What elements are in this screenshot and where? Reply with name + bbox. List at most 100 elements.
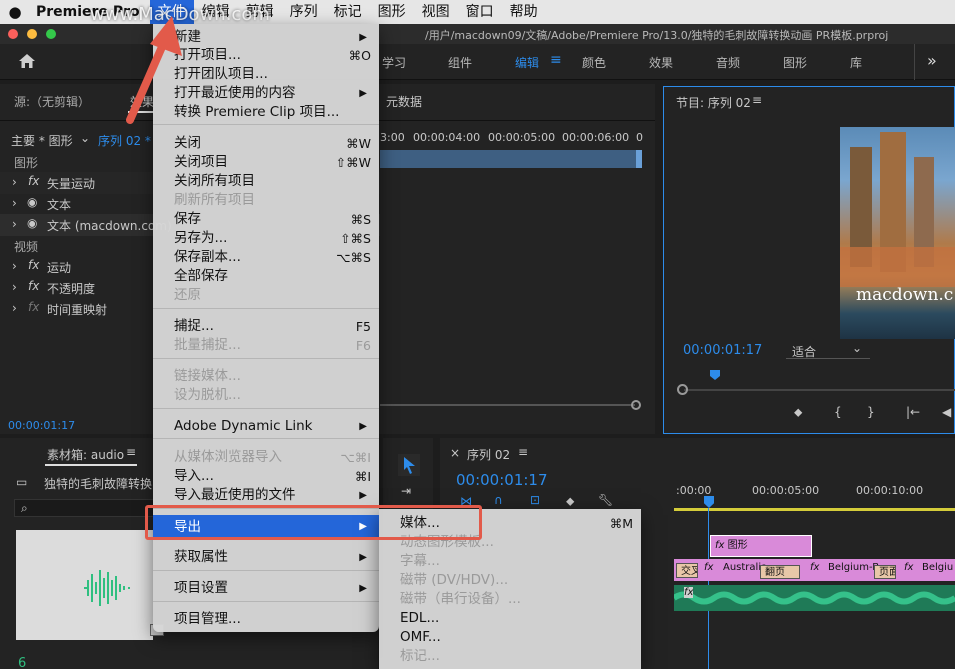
menu-help[interactable]: 帮助 bbox=[502, 0, 546, 24]
playhead-icon[interactable] bbox=[704, 496, 714, 508]
workspace-effects[interactable]: 效果 bbox=[649, 54, 673, 71]
playback-scrollbar[interactable] bbox=[684, 389, 955, 391]
wrench-icon[interactable]: 🔧︎ bbox=[598, 493, 613, 507]
zoom-window-button[interactable] bbox=[46, 29, 56, 39]
apple-icon[interactable]: ● bbox=[0, 3, 30, 21]
menu-markers[interactable]: 标记 bbox=[326, 0, 370, 24]
selection-tool-icon[interactable] bbox=[398, 454, 420, 476]
workspace-learn[interactable]: 学习 bbox=[382, 54, 406, 71]
submenu-item-omf[interactable]: OMF... bbox=[379, 628, 641, 647]
menu-sequence[interactable]: 序列 bbox=[282, 0, 326, 24]
workspace-color[interactable]: 颜色 bbox=[582, 54, 606, 71]
transition-clip[interactable]: 页面 bbox=[874, 565, 896, 579]
fx-icon: fx bbox=[28, 279, 40, 293]
workspace-assembly[interactable]: 组件 bbox=[448, 54, 472, 71]
workspace-menu-icon[interactable]: ≡ bbox=[550, 52, 562, 68]
menu-item-close-project[interactable]: 关闭项目 ⇧⌘W bbox=[153, 153, 379, 172]
eye-icon[interactable]: ◉ bbox=[27, 216, 37, 237]
chevron-down-icon[interactable]: ⌄ bbox=[852, 341, 862, 355]
menu-item-close[interactable]: 关闭 ⌘W bbox=[153, 134, 379, 153]
workspace-audio[interactable]: 音频 bbox=[716, 54, 740, 71]
transition-clip[interactable]: 翻页 bbox=[760, 565, 800, 579]
timeline-timecode[interactable]: 00:00:01:17 bbox=[456, 471, 548, 489]
menu-item-label: 关闭所有项目 bbox=[174, 173, 255, 189]
clip-label[interactable]: Belgiu bbox=[922, 562, 953, 573]
program-timecode[interactable]: 00:00:01:17 bbox=[683, 343, 762, 358]
menu-item-save-copy[interactable]: 保存副本... ⌥⌘S bbox=[153, 248, 379, 267]
menu-item-label: 项目设置 bbox=[174, 580, 228, 596]
chevron-right-icon[interactable]: › bbox=[12, 217, 17, 238]
graphics-clip[interactable]: fx 图形 bbox=[710, 535, 812, 557]
panel-menu-icon[interactable]: ≡ bbox=[518, 445, 528, 459]
close-tab-icon[interactable]: × bbox=[450, 446, 460, 460]
workspace-libraries[interactable]: 库 bbox=[850, 54, 862, 71]
marker-icon[interactable]: ⬥ bbox=[794, 405, 802, 420]
mark-in-icon[interactable]: { bbox=[834, 405, 842, 419]
program-monitor-panel: 节目: 序列 02 ≡ macdown.c 00:00:01:17 适合 ⌄ ⬥… bbox=[663, 86, 955, 434]
menu-item-dynamic-link[interactable]: Adobe Dynamic Link ▶ bbox=[153, 417, 379, 436]
menu-item-shortcut: F5 bbox=[355, 319, 371, 334]
chevron-right-icon[interactable]: › bbox=[12, 301, 17, 322]
menu-item-close-all-projects[interactable]: 关闭所有项目 bbox=[153, 172, 379, 191]
menu-item-save[interactable]: 保存 ⌘S bbox=[153, 210, 379, 229]
menu-item-label: 磁带 (DV/HDV)... bbox=[400, 572, 509, 588]
menu-item-import[interactable]: 导入... ⌘I bbox=[153, 467, 379, 486]
menu-item-project-manager[interactable]: 项目管理... bbox=[153, 610, 379, 629]
tab-metadata[interactable]: 元数据 bbox=[386, 93, 422, 110]
work-area-bar[interactable] bbox=[674, 508, 955, 511]
clip-label[interactable]: Belgium-B bbox=[828, 562, 879, 573]
scroll-handle[interactable] bbox=[677, 384, 688, 395]
panel-menu-icon[interactable]: ≡ bbox=[126, 445, 136, 459]
close-window-button[interactable] bbox=[8, 29, 18, 39]
tab-source[interactable]: 源:（无剪辑） bbox=[14, 93, 90, 110]
sequence-name[interactable]: 序列 02 * bbox=[98, 132, 151, 149]
audio-thumbnail[interactable] bbox=[16, 530, 164, 640]
panel-menu-icon[interactable]: ≡ bbox=[752, 93, 762, 107]
zoom-scrollbar[interactable] bbox=[380, 404, 635, 406]
menu-item-import-recent[interactable]: 导入最近使用的文件 ▶ bbox=[153, 486, 379, 505]
workspace-editing[interactable]: 编辑 bbox=[515, 54, 539, 71]
menu-item-label: 捕捉... bbox=[174, 318, 214, 334]
menu-item-shortcut: F6 bbox=[355, 338, 371, 353]
minimize-window-button[interactable] bbox=[27, 29, 37, 39]
search-icon: ⌕ bbox=[21, 501, 28, 515]
step-back-icon[interactable]: ◀ bbox=[942, 405, 951, 419]
workspace-graphics[interactable]: 图形 bbox=[783, 54, 807, 71]
menu-item-capture[interactable]: 捕捉... F5 bbox=[153, 317, 379, 336]
mark-out-icon[interactable]: } bbox=[867, 405, 875, 419]
transition-clip[interactable]: 交叉 bbox=[676, 563, 698, 578]
submenu-item-edl[interactable]: EDL... bbox=[379, 609, 641, 628]
home-icon[interactable] bbox=[18, 53, 40, 71]
go-to-in-icon[interactable]: |← bbox=[906, 405, 920, 419]
magnet-icon[interactable]: ∩ bbox=[494, 493, 503, 507]
scroll-handle[interactable] bbox=[631, 400, 641, 410]
effect-controls-timecode[interactable]: 00:00:01:17 bbox=[8, 419, 75, 432]
track-select-tool-icon[interactable]: ⇥ bbox=[401, 484, 411, 498]
menu-item-link-media: 链接媒体... bbox=[153, 367, 379, 386]
eye-icon[interactable]: ◉ bbox=[27, 195, 37, 216]
menu-view[interactable]: 视图 bbox=[414, 0, 458, 24]
linked-selection-icon[interactable]: ⊡ bbox=[530, 493, 540, 507]
menu-item-label: 全部保存 bbox=[174, 268, 228, 284]
menu-item-save-all[interactable]: 全部保存 bbox=[153, 267, 379, 286]
marker-icon[interactable]: ⬥ bbox=[566, 494, 574, 509]
menu-item-project-settings[interactable]: 项目设置 ▶ bbox=[153, 579, 379, 598]
menu-graphics[interactable]: 图形 bbox=[370, 0, 414, 24]
bin-title[interactable]: 素材箱: audio bbox=[47, 446, 124, 463]
bin-search-input[interactable]: ⌕ bbox=[14, 499, 154, 517]
program-monitor-title[interactable]: 节目: 序列 02 bbox=[676, 94, 751, 111]
audio-track-clip[interactable]: fx bbox=[672, 585, 955, 611]
menu-window[interactable]: 窗口 bbox=[458, 0, 502, 24]
menu-item-label: 打开最近使用的内容 bbox=[174, 85, 296, 101]
chevron-down-icon[interactable]: ⌄ bbox=[80, 131, 90, 145]
more-workspaces-icon[interactable]: » bbox=[927, 51, 937, 70]
folder-icon[interactable]: ▭ bbox=[16, 475, 27, 489]
menu-item-get-properties[interactable]: 获取属性 ▶ bbox=[153, 548, 379, 567]
fit-dropdown[interactable]: 适合 ⌄ bbox=[786, 341, 870, 359]
playhead-icon[interactable] bbox=[710, 370, 720, 380]
menu-item-label: 另存为... bbox=[174, 230, 228, 246]
menu-item-save-as[interactable]: 另存为... ⇧⌘S bbox=[153, 229, 379, 248]
menu-item-label: OMF... bbox=[400, 629, 441, 645]
bin-item-name[interactable]: 独特的毛刺故障转换 bbox=[44, 475, 152, 492]
timeline-title[interactable]: 序列 02 bbox=[467, 446, 510, 463]
